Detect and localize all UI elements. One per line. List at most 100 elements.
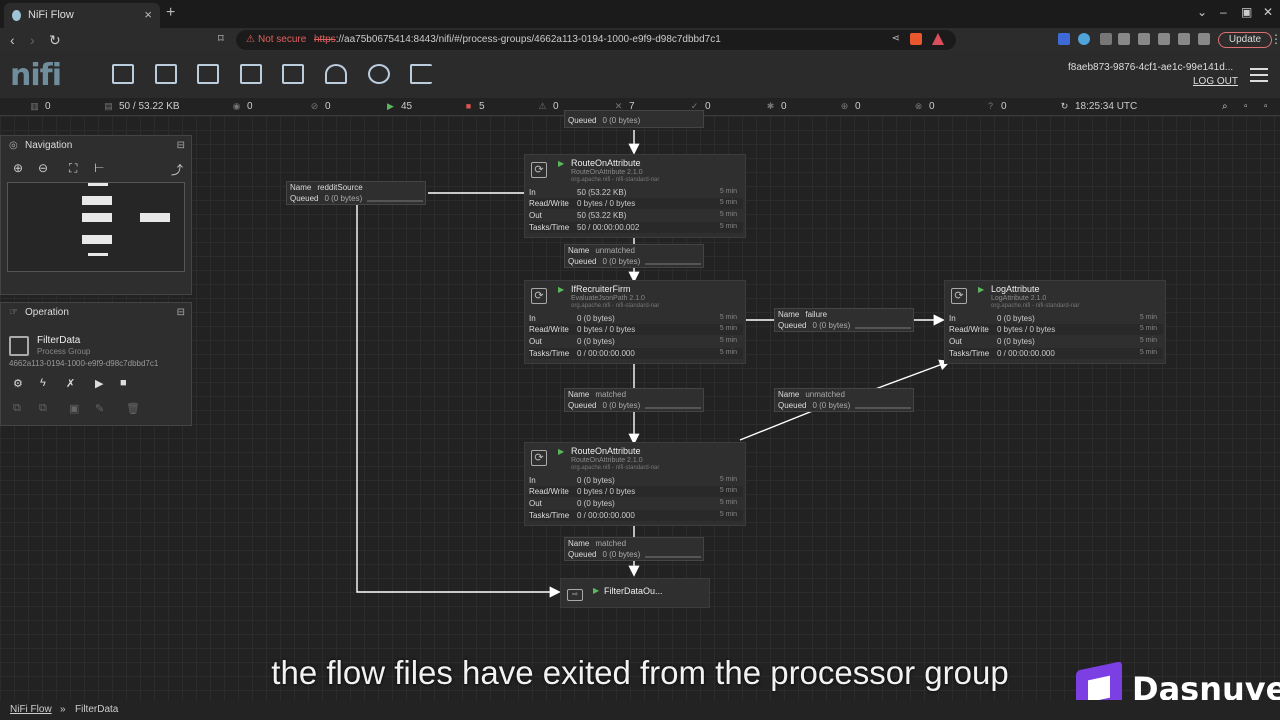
start-play-icon[interactable]: ▶: [95, 377, 103, 390]
minimize-icon[interactable]: –: [1220, 5, 1227, 19]
navigation-title: Navigation: [25, 140, 73, 151]
stat-label: Tasks/Time: [529, 349, 570, 358]
stat-row-in: In 0 (0 bytes) 5 min: [529, 313, 743, 324]
browser-tab[interactable]: NiFi Flow ×: [4, 3, 160, 28]
configure-gear-icon[interactable]: ⚙: [13, 377, 23, 390]
queued-value: 0 (0 bytes): [602, 401, 641, 410]
stat-value: 0 (0 bytes): [997, 337, 1035, 346]
output-port[interactable]: ⇨ ▶ FilterDataOu...: [560, 578, 710, 608]
refresh-icon[interactable]: ↻: [1060, 101, 1069, 112]
process-group-tool-icon[interactable]: [240, 64, 262, 84]
birdseye-view[interactable]: [7, 182, 185, 272]
tab-close-icon[interactable]: ×: [144, 7, 152, 22]
processor-name: RouteOnAttribute: [571, 158, 641, 168]
running-icon: ▶: [558, 447, 565, 456]
breadcrumb-root[interactable]: NiFi Flow: [10, 704, 52, 715]
copy-icon[interactable]: ⧉: [13, 402, 21, 415]
status-value: 45: [401, 101, 413, 112]
disable-icon[interactable]: ✗: [66, 377, 75, 390]
stat-label: Read/Write: [529, 325, 569, 334]
connection-label-reddit-source[interactable]: Name redditSource Queued 0 (0 bytes): [286, 181, 426, 205]
running-icon: ▶: [558, 285, 565, 294]
share-icon[interactable]: ⋖: [892, 33, 900, 44]
nifi-logo: nifi: [10, 58, 62, 93]
status-last-refreshed[interactable]: ↻ 18:25:34 UTC: [1060, 101, 1138, 112]
extension-pen-icon[interactable]: [1100, 33, 1112, 45]
restore-icon[interactable]: ▣: [1241, 5, 1252, 19]
forward-icon[interactable]: ›: [30, 32, 35, 48]
status-value: 0: [553, 101, 559, 112]
invalid-icon: ⚠: [538, 101, 547, 111]
enable-icon[interactable]: ϟ: [40, 377, 46, 389]
fit-icon[interactable]: ⛶: [69, 161, 77, 176]
stat-window: 5 min: [719, 349, 737, 356]
wallet-icon[interactable]: [1178, 33, 1190, 45]
birdseye-node: [82, 196, 112, 205]
browser-menu-icon[interactable]: ⋮: [1270, 32, 1280, 46]
input-port-tool-icon[interactable]: [155, 64, 177, 84]
stop-icon[interactable]: ■: [120, 377, 127, 389]
paste-icon[interactable]: ⧉: [39, 402, 47, 415]
name-label: Name: [568, 539, 590, 548]
logout-link[interactable]: LOG OUT: [1193, 76, 1238, 87]
remote-process-group-tool-icon[interactable]: [282, 64, 304, 84]
extensions-puzzle-icon[interactable]: [1118, 33, 1130, 45]
processor-if-recruiter-firm[interactable]: ⟳ ▶ IfRecruiterFirm EvaluateJsonPath 2.1…: [524, 280, 746, 364]
connection-label-failure[interactable]: Name failure Queued 0 (0 bytes): [774, 308, 914, 332]
collapse-icon[interactable]: ⊟: [177, 307, 185, 318]
zoom-out-icon[interactable]: ⊖: [38, 161, 48, 175]
connection-label-matched-2[interactable]: Name matched Queued 0 (0 bytes): [564, 537, 704, 561]
birdseye-node: [88, 253, 108, 256]
processor-route-on-attribute-2[interactable]: ⟳ ▶ RouteOnAttribute RouteOnAttribute 2.…: [524, 442, 746, 526]
new-tab-button[interactable]: +: [166, 4, 175, 22]
connection-label-unmatched[interactable]: Name unmatched Queued 0 (0 bytes): [564, 244, 704, 268]
cluster-icon[interactable]: ▫: [1264, 101, 1268, 112]
global-menu-icon[interactable]: [1250, 68, 1268, 82]
vpn-icon[interactable]: [1198, 33, 1210, 45]
sidebar-icon[interactable]: [1158, 33, 1170, 45]
brave-shield-icon[interactable]: [910, 33, 922, 45]
search-icon[interactable]: ⌕: [1222, 101, 1228, 112]
processor-route-on-attribute[interactable]: ⟳ ▶ RouteOnAttribute RouteOnAttribute 2.…: [524, 154, 746, 238]
processor-tool-icon[interactable]: [112, 64, 134, 84]
leave-group-icon[interactable]: ⤴: [171, 161, 183, 178]
reload-icon[interactable]: ↻: [49, 32, 61, 49]
collapse-icon[interactable]: ⊟: [177, 140, 185, 151]
navigation-header[interactable]: ◎ Navigation ⊟: [1, 136, 191, 156]
stat-value: 0 / 00:00:00.000: [997, 349, 1055, 358]
extension-cloud-icon[interactable]: [1078, 33, 1090, 45]
group-icon[interactable]: ▣: [69, 402, 79, 415]
breadcrumb-current[interactable]: FilterData: [75, 704, 118, 715]
extension-icon[interactable]: [1058, 33, 1070, 45]
bookmark-icon[interactable]: ⌑: [218, 32, 224, 45]
actual-size-icon[interactable]: ⊢: [94, 161, 104, 175]
delete-trash-icon[interactable]: 🗑: [126, 402, 140, 415]
back-icon[interactable]: ‹: [10, 32, 15, 48]
not-secure-badge[interactable]: Not secure: [246, 34, 306, 45]
queued-value: 0 (0 bytes): [602, 550, 641, 559]
status-invalid: ⚠ 0: [538, 101, 559, 112]
color-brush-icon[interactable]: ✎: [95, 402, 104, 415]
close-window-icon[interactable]: ✕: [1263, 5, 1273, 19]
label-tool-icon[interactable]: [410, 64, 432, 84]
processor-log-attribute[interactable]: ⟳ ▶ LogAttribute LogAttribute 2.1.0 org.…: [944, 280, 1166, 364]
update-button[interactable]: Update: [1218, 32, 1272, 48]
connection-label-unmatched-2[interactable]: Name unmatched Queued 0 (0 bytes): [774, 388, 914, 412]
stat-row-out: Out 0 (0 bytes) 5 min: [529, 498, 743, 509]
current-user: f8aeb873-9876-4cf1-ae1c-99e141d...: [1068, 62, 1234, 73]
connection-label-matched[interactable]: Name matched Queued 0 (0 bytes): [564, 388, 704, 412]
tab-search-icon[interactable]: ⌄: [1197, 5, 1207, 19]
address-bar[interactable]: Not secure https://aa75b0675414:8443/nif…: [236, 30, 956, 50]
cast-icon[interactable]: [1138, 33, 1150, 45]
funnel-tool-icon[interactable]: [325, 64, 347, 84]
stat-window: 5 min: [719, 211, 737, 218]
connection-label-top[interactable]: Queued 0 (0 bytes): [564, 110, 704, 128]
bulletin-icon[interactable]: ▫: [1244, 101, 1248, 112]
breadcrumb-separator: »: [60, 704, 66, 715]
flow-canvas[interactable]: ◎ Navigation ⊟ ⊕ ⊖ ⛶ ⊢ ⤴ ☞ Operation ⊟ Filte…: [0, 110, 1280, 700]
output-port-tool-icon[interactable]: [197, 64, 219, 84]
operation-header[interactable]: ☞ Operation ⊟: [1, 303, 191, 323]
zoom-in-icon[interactable]: ⊕: [13, 161, 23, 175]
import-from-registry-icon[interactable]: [368, 64, 390, 84]
stat-label: In: [529, 314, 536, 323]
